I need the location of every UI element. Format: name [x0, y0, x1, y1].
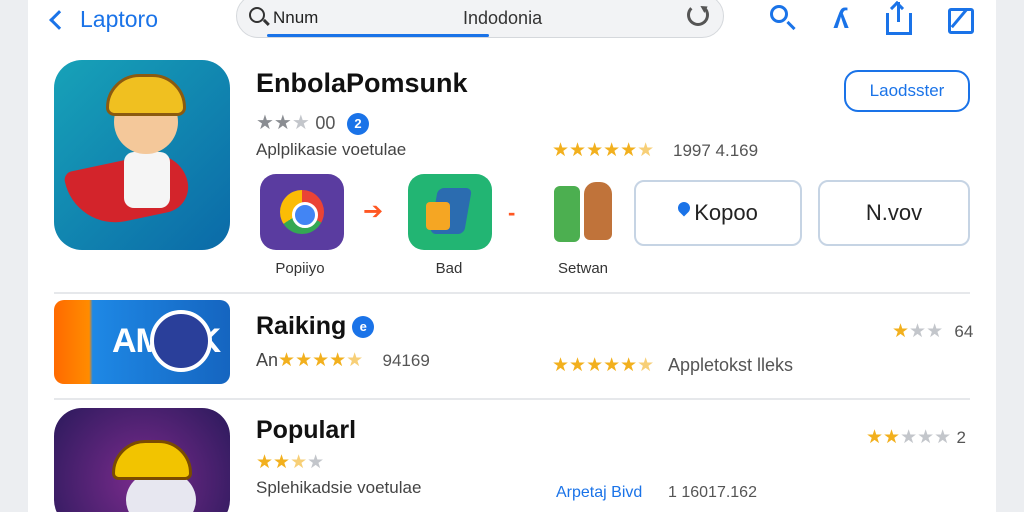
get-button[interactable]: Laodsster	[844, 70, 970, 112]
dash-icon: -	[508, 200, 516, 225]
search-bar[interactable]: Nnum Indodonia	[236, 0, 724, 38]
verified-badge: e	[352, 316, 375, 339]
featured-rating-stars: ★★★ 00 2	[256, 110, 369, 135]
reload-icon[interactable]	[687, 4, 709, 26]
popular-right-stars: ★★★★★ 2	[866, 427, 966, 448]
share-icon[interactable]	[884, 0, 914, 35]
secondary-button[interactable]: N.vov	[818, 180, 970, 246]
search-input[interactable]: Nnum	[273, 8, 318, 28]
back-label: Laptoro	[80, 6, 159, 32]
popular-link[interactable]: Arpetaj Bivd	[556, 484, 642, 502]
search-region: Indodonia	[463, 8, 543, 28]
browser-app-icon[interactable]	[260, 174, 344, 250]
app-store-panel: Laptoro Nnum Indodonia ʎ EnbolaPomsunk ★…	[28, 0, 996, 512]
verified-badge: 2	[346, 112, 369, 135]
ranking-title[interactable]: Raiking e	[256, 312, 375, 341]
back-button[interactable]: Laptoro	[46, 6, 158, 33]
ranking-stars: An★★★★★ 94169	[256, 350, 430, 371]
popular-title[interactable]: Popularl	[256, 416, 356, 445]
featured-app-subtitle: Aplplikasie voetulae	[256, 140, 407, 159]
search-icon	[249, 7, 265, 23]
location-button[interactable]: Kopoo	[634, 180, 802, 246]
translate-icon[interactable]: ʎ	[826, 4, 856, 34]
featured-app-title[interactable]: EnbolaPomsunk	[256, 68, 468, 99]
popular-subtitle: Splehikadsie voetulae	[256, 478, 422, 497]
featured-store-stars: ★★★★★★	[552, 140, 655, 161]
location-pin-icon	[675, 199, 693, 217]
ranking-app-icon[interactable]: AM K	[54, 300, 230, 384]
paint-app-icon[interactable]	[408, 174, 492, 250]
divider	[54, 398, 970, 400]
search-icon[interactable]	[768, 4, 798, 34]
featured-app-icon[interactable]	[54, 60, 230, 250]
edit-icon[interactable]	[946, 4, 976, 34]
arrow-right-icon: ➔	[363, 198, 384, 225]
popular-stars: ★★★★	[256, 452, 325, 473]
chevron-left-icon	[49, 9, 69, 30]
ranking-right-stars: ★★★ 64	[892, 321, 974, 342]
popular-number: 1 16017.162	[668, 484, 757, 501]
ranking-list-stars: ★★★★★★	[552, 355, 655, 376]
related-app-label: Popiiyo	[275, 260, 325, 277]
top-bar: Laptoro Nnum Indodonia ʎ	[28, 0, 996, 44]
search-underline	[267, 34, 489, 37]
featured-store-rating: 1997 4.169	[673, 141, 759, 160]
divider	[54, 292, 970, 294]
game-app-icon[interactable]	[542, 176, 626, 252]
ranking-list-label: Appletokst lleks	[668, 355, 794, 375]
related-app-label: Bad	[435, 260, 463, 277]
related-app-label: Setwan	[557, 260, 609, 277]
popular-app-icon[interactable]	[54, 408, 230, 512]
